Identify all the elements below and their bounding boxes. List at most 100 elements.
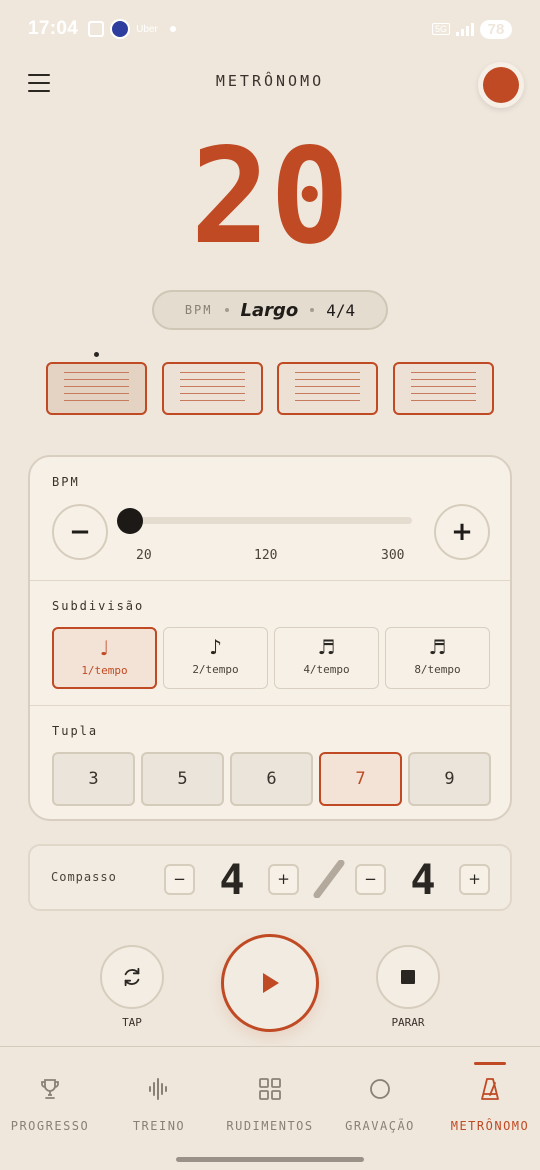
beats-increase-button[interactable]: + bbox=[268, 864, 299, 895]
beats-per-measure: 4 bbox=[219, 855, 244, 902]
beats-value: 4 bbox=[219, 855, 244, 902]
bottom-navigation: PROGRESSO TREINO RUDIMENTOS GRAVAÇÃO MET… bbox=[0, 1046, 540, 1170]
network-type: 5G bbox=[431, 23, 450, 35]
nav-item-rudimentos[interactable]: RUDIMENTOS bbox=[216, 1047, 324, 1147]
bpm-increase-button[interactable]: + bbox=[434, 504, 490, 560]
status-notifications: Uber bbox=[88, 19, 176, 39]
tick-label-min: 20 bbox=[136, 548, 152, 563]
nav-item-treino[interactable]: TREINO bbox=[105, 1047, 213, 1147]
time-signature-card: Compasso − 4 + − 4 + bbox=[28, 844, 512, 911]
subdivision-8[interactable]: ♬ 8/tempo bbox=[385, 627, 490, 689]
battery-indicator: 78 bbox=[480, 19, 512, 39]
quarter-note-icon: ♩ bbox=[99, 636, 110, 660]
eighth-note-icon: ♪ bbox=[209, 635, 222, 659]
nav-label: METRÔNOMO bbox=[450, 1119, 530, 1133]
metronome-icon bbox=[481, 1078, 499, 1100]
tuplet-9-button[interactable]: 9 bbox=[408, 752, 491, 806]
tempo-pill: BPM Largo 4/4 bbox=[152, 290, 388, 330]
unit-decrease-button[interactable]: − bbox=[355, 864, 386, 895]
refresh-icon bbox=[124, 967, 140, 987]
bpm-decrease-button[interactable]: − bbox=[52, 504, 108, 560]
tap-label: TAP bbox=[122, 1016, 142, 1029]
divider bbox=[30, 705, 510, 706]
page-title: METRÔNOMO bbox=[215, 72, 325, 90]
bpm-value: 20 bbox=[191, 138, 350, 256]
status-bar: 17:04 Uber 5G 78 bbox=[0, 0, 540, 58]
trophy-icon bbox=[41, 1079, 59, 1099]
pill-bpm-label: BPM bbox=[184, 303, 213, 317]
tuplet-value: 5 bbox=[177, 769, 188, 789]
beat-4[interactable] bbox=[393, 362, 494, 415]
tuplet-value: 9 bbox=[444, 769, 455, 789]
tuplet-value: 6 bbox=[266, 769, 277, 789]
plus-icon: + bbox=[451, 517, 473, 547]
subdivision-4-label: 4/tempo bbox=[303, 663, 350, 676]
nav-label: TREINO bbox=[132, 1119, 186, 1133]
unit-increase-button[interactable]: + bbox=[459, 864, 490, 895]
transport-controls: TAP PARAR bbox=[0, 932, 540, 1036]
tuplet-6-button[interactable]: 6 bbox=[230, 752, 313, 806]
time-signature: 4/4 bbox=[326, 300, 356, 320]
record-dot-icon bbox=[483, 67, 519, 103]
minus-icon: − bbox=[173, 870, 186, 888]
nav-label: GRAVAÇÃO bbox=[345, 1119, 415, 1133]
tuplet-7-button[interactable]: 7 bbox=[319, 752, 402, 806]
bpm-slider[interactable] bbox=[117, 508, 412, 534]
beat-indicators bbox=[46, 362, 494, 416]
stop-icon bbox=[401, 970, 415, 984]
subdivision-2-label: 2/tempo bbox=[192, 663, 239, 676]
minus-icon: − bbox=[364, 870, 377, 888]
beat-unit: 4 bbox=[410, 855, 435, 902]
current-beat-dot bbox=[94, 352, 99, 357]
pill-separator bbox=[310, 308, 315, 312]
tick-label-mid: 120 bbox=[254, 548, 278, 563]
circle-icon bbox=[370, 1079, 390, 1099]
uber-app-icon bbox=[110, 19, 131, 39]
nav-item-metronomo[interactable]: METRÔNOMO bbox=[436, 1047, 540, 1147]
unit-value: 4 bbox=[410, 855, 435, 902]
tuplet-value: 7 bbox=[355, 769, 366, 789]
subdivision-2[interactable]: ♪ 2/tempo bbox=[163, 627, 268, 689]
settings-card: BPM − 20 120 300 + Subdivisão ♩ 1/tempo … bbox=[28, 455, 512, 821]
tap-button[interactable] bbox=[100, 945, 164, 1009]
top-bar: METRÔNOMO bbox=[0, 58, 540, 108]
beats-decrease-button[interactable]: − bbox=[164, 864, 195, 895]
tick-label-max: 300 bbox=[381, 548, 405, 563]
screenshot-icon bbox=[88, 21, 105, 37]
subdivision-1[interactable]: ♩ 1/tempo bbox=[52, 627, 157, 689]
status-time: 17:04 bbox=[28, 18, 79, 39]
nav-item-gravacao[interactable]: GRAVAÇÃO bbox=[326, 1047, 434, 1147]
subdivision-label: Subdivisão bbox=[52, 599, 145, 613]
grid-icon bbox=[259, 1078, 281, 1100]
status-right: 5G 78 bbox=[431, 19, 512, 39]
record-button[interactable] bbox=[478, 62, 524, 108]
tuplet-value: 3 bbox=[88, 769, 99, 789]
subdivision-4[interactable]: ♬ 4/tempo bbox=[274, 627, 379, 689]
bpm-slider-knob[interactable] bbox=[117, 508, 143, 534]
subdivision-8-label: 8/tempo bbox=[414, 663, 461, 676]
divider bbox=[30, 580, 510, 581]
notification-dot-icon bbox=[169, 26, 176, 32]
tuplet-3-button[interactable]: 3 bbox=[52, 752, 135, 806]
beat-2[interactable] bbox=[162, 362, 263, 415]
slash-divider-icon bbox=[313, 860, 345, 898]
play-icon bbox=[263, 973, 279, 993]
stop-button[interactable] bbox=[376, 945, 440, 1009]
bpm-display: 20 bbox=[191, 138, 350, 256]
stop-label: PARAR bbox=[391, 1016, 425, 1029]
sixteenth-note-icon: ♬ bbox=[317, 635, 336, 659]
thirty-second-note-icon: ♬ bbox=[428, 635, 447, 659]
uber-label: Uber bbox=[136, 23, 158, 35]
play-button[interactable] bbox=[221, 934, 319, 1032]
compasso-label: Compasso bbox=[51, 870, 117, 884]
nav-label: RUDIMENTOS bbox=[226, 1119, 314, 1133]
tuplet-5-button[interactable]: 5 bbox=[141, 752, 224, 806]
pill-separator bbox=[224, 308, 229, 312]
plus-icon: + bbox=[277, 870, 290, 888]
beat-1[interactable] bbox=[46, 362, 147, 415]
bpm-section-label: BPM bbox=[52, 475, 80, 489]
active-tab-indicator bbox=[474, 1062, 506, 1065]
subdivision-1-label: 1/tempo bbox=[81, 664, 128, 677]
nav-item-progresso[interactable]: PROGRESSO bbox=[0, 1047, 104, 1147]
beat-3[interactable] bbox=[277, 362, 378, 415]
